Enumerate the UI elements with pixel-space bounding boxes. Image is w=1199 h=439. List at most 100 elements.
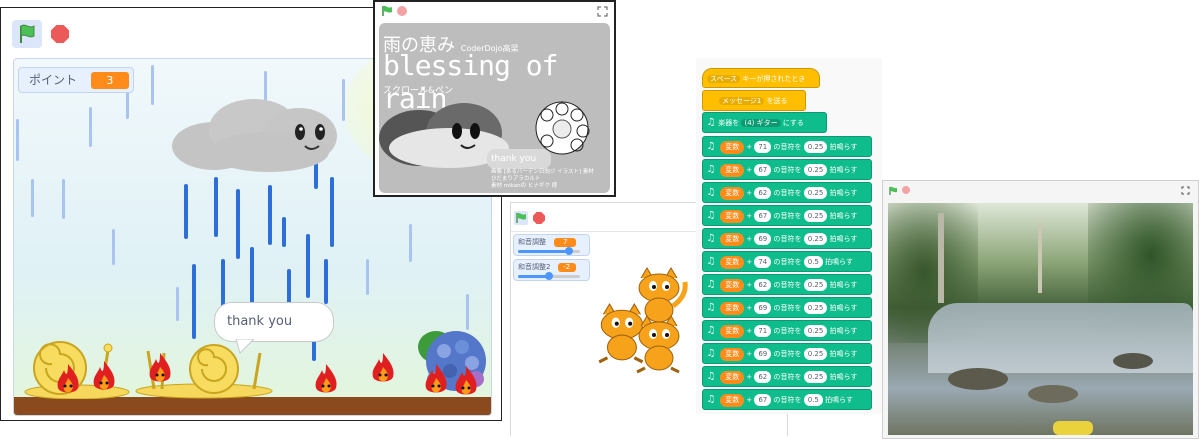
note-number[interactable]: 71 (754, 141, 772, 153)
slider-handle[interactable] (545, 272, 553, 280)
variable-reporter[interactable]: 変数 (720, 278, 745, 292)
variable-reporter[interactable]: 変数 (720, 370, 745, 384)
beats-number[interactable]: 0.5 (803, 394, 823, 406)
green-flag-icon[interactable] (381, 5, 393, 17)
play-note-block[interactable]: ♫ 変数 + 67 の音符を 0.5 拍鳴らす (702, 389, 872, 410)
variable-reporter[interactable]: 変数 (720, 163, 745, 177)
beats-number[interactable]: 0.25 (803, 210, 828, 222)
note-number[interactable]: 69 (754, 348, 772, 360)
play-note-block[interactable]: ♫ 変数 + 69 の音符を 0.25 拍鳴らす (702, 228, 872, 249)
variable-reporter[interactable]: 変数 (720, 209, 745, 223)
note-number[interactable]: 67 (754, 394, 772, 406)
instrument-dropdown[interactable]: (4) ギター (741, 119, 781, 127)
forest-photo[interactable] (888, 203, 1193, 435)
fullscreen-icon[interactable] (1181, 186, 1190, 195)
note-end-label: 拍鳴らす (829, 212, 858, 220)
variable-reporter[interactable]: 変数 (720, 232, 745, 246)
note-number[interactable]: 62 (754, 279, 772, 291)
stop-icon[interactable] (397, 6, 407, 16)
beats-number[interactable]: 0.25 (803, 279, 828, 291)
beats-number[interactable]: 0.25 (803, 371, 828, 383)
variable-reporter[interactable]: 変数 (720, 186, 745, 200)
note-number[interactable]: 67 (754, 164, 772, 176)
note-number[interactable]: 62 (754, 371, 772, 383)
monitor-label: ポイント (29, 73, 78, 87)
beats-number[interactable]: 0.25 (803, 141, 828, 153)
raindrop (282, 217, 286, 247)
river-rock (948, 368, 1008, 390)
beats-number[interactable]: 0.25 (803, 164, 828, 176)
beats-number[interactable]: 0.25 (803, 348, 828, 360)
stream-water (928, 303, 1193, 373)
key-dropdown[interactable]: スペース (707, 75, 741, 83)
title-canvas[interactable]: 雨の恵み CoderDojo高梁 blessing of rain スクロール&… (379, 23, 610, 193)
music-note-icon: ♫ (706, 371, 716, 382)
beats-number[interactable]: 0.25 (803, 233, 828, 245)
raindrop (366, 259, 369, 295)
when-key-pressed-block[interactable]: スペース キーが押されたとき (702, 68, 820, 88)
note-end-label: 拍鳴らす (829, 166, 858, 174)
play-note-block[interactable]: ♫ 変数 + 71 の音符を 0.25 拍鳴らす (702, 320, 872, 341)
fire-sprite (149, 353, 171, 382)
music-note-icon: ♫ (706, 164, 716, 175)
play-note-block[interactable]: ♫ 変数 + 67 の音符を 0.25 拍鳴らす (702, 205, 872, 226)
broadcast-block[interactable]: メッセージ1 を送る (702, 90, 806, 111)
stop-icon[interactable] (902, 186, 910, 194)
chord-slider[interactable] (518, 247, 580, 255)
monitor-label: 和音調整2 (518, 263, 551, 271)
note-number[interactable]: 69 (754, 302, 772, 314)
plus-operator: + (746, 373, 753, 381)
credits-line: ひだまりアラカルト (491, 176, 541, 182)
note-mid-label: の音符を (773, 143, 802, 151)
note-number[interactable]: 71 (754, 325, 772, 337)
fire-sprite (425, 364, 447, 393)
play-note-block[interactable]: ♫ 変数 + 67 の音符を 0.25 拍鳴らす (702, 159, 872, 180)
chord2-slider[interactable] (518, 272, 580, 280)
green-flag-icon[interactable] (514, 211, 528, 225)
beats-number[interactable]: 0.25 (803, 187, 828, 199)
note-number[interactable]: 69 (754, 233, 772, 245)
note-mid-label: の音符を (773, 304, 802, 312)
play-note-block[interactable]: ♫ 変数 + 62 の音符を 0.25 拍鳴らす (702, 366, 872, 387)
note-number[interactable]: 67 (754, 210, 772, 222)
variable-reporter[interactable]: 変数 (720, 301, 745, 315)
green-flag-icon[interactable] (888, 186, 898, 196)
note-number[interactable]: 62 (754, 187, 772, 199)
raindrop (16, 119, 19, 161)
beats-number[interactable]: 0.25 (803, 302, 828, 314)
note-mid-label: の音符を (773, 212, 802, 220)
variable-reporter[interactable]: 変数 (720, 393, 745, 407)
stop-button[interactable] (51, 25, 69, 43)
play-note-block[interactable]: ♫ 変数 + 69 の音符を 0.25 拍鳴らす (702, 343, 872, 364)
instrument-prefix: 楽器を (718, 119, 740, 127)
stop-icon[interactable] (533, 212, 545, 224)
play-note-block[interactable]: ♫ 変数 + 71 の音符を 0.25 拍鳴らす (702, 136, 872, 157)
stage-panel-title: 雨の恵み CoderDojo高梁 blessing of rain スクロール&… (373, 0, 616, 197)
note-mid-label: の音符を (773, 189, 802, 197)
fullscreen-icon[interactable] (597, 6, 608, 17)
credits-line: 素材 mikanの ヒナギク 様 (491, 183, 558, 189)
variable-reporter[interactable]: 変数 (720, 324, 745, 338)
beats-number[interactable]: 0.25 (803, 325, 828, 337)
note-end-label: 拍鳴らす (829, 235, 858, 243)
slider-handle[interactable] (564, 247, 573, 255)
raindrop (236, 189, 240, 259)
variable-reporter[interactable]: 変数 (720, 140, 745, 154)
variable-reporter[interactable]: 変数 (720, 347, 745, 361)
variable-reporter[interactable]: 変数 (720, 255, 745, 269)
play-note-block[interactable]: ♫ 変数 + 74 の音符を 0.5 拍鳴らす (702, 251, 872, 272)
message-dropdown[interactable]: メッセージ1 (719, 97, 765, 105)
note-mid-label: の音符を (773, 166, 802, 174)
instrument-suffix: にする (782, 119, 804, 127)
fire-sprite (372, 353, 394, 382)
green-flag-button[interactable] (12, 20, 42, 48)
play-note-block[interactable]: ♫ 変数 + 62 の音符を 0.25 拍鳴らす (702, 274, 872, 295)
play-note-block[interactable]: ♫ 変数 + 69 の音符を 0.25 拍鳴らす (702, 297, 872, 318)
beats-number[interactable]: 0.5 (803, 256, 823, 268)
plus-operator: + (746, 166, 753, 174)
note-number[interactable]: 74 (754, 256, 772, 268)
slider-monitor-chord: 和音調整 7 (513, 234, 590, 256)
set-instrument-block[interactable]: ♫ 楽器を (4) ギター にする (702, 112, 827, 133)
play-note-block[interactable]: ♫ 変数 + 62 の音符を 0.25 拍鳴らす (702, 182, 872, 203)
monitor-value: 3 (90, 72, 129, 89)
